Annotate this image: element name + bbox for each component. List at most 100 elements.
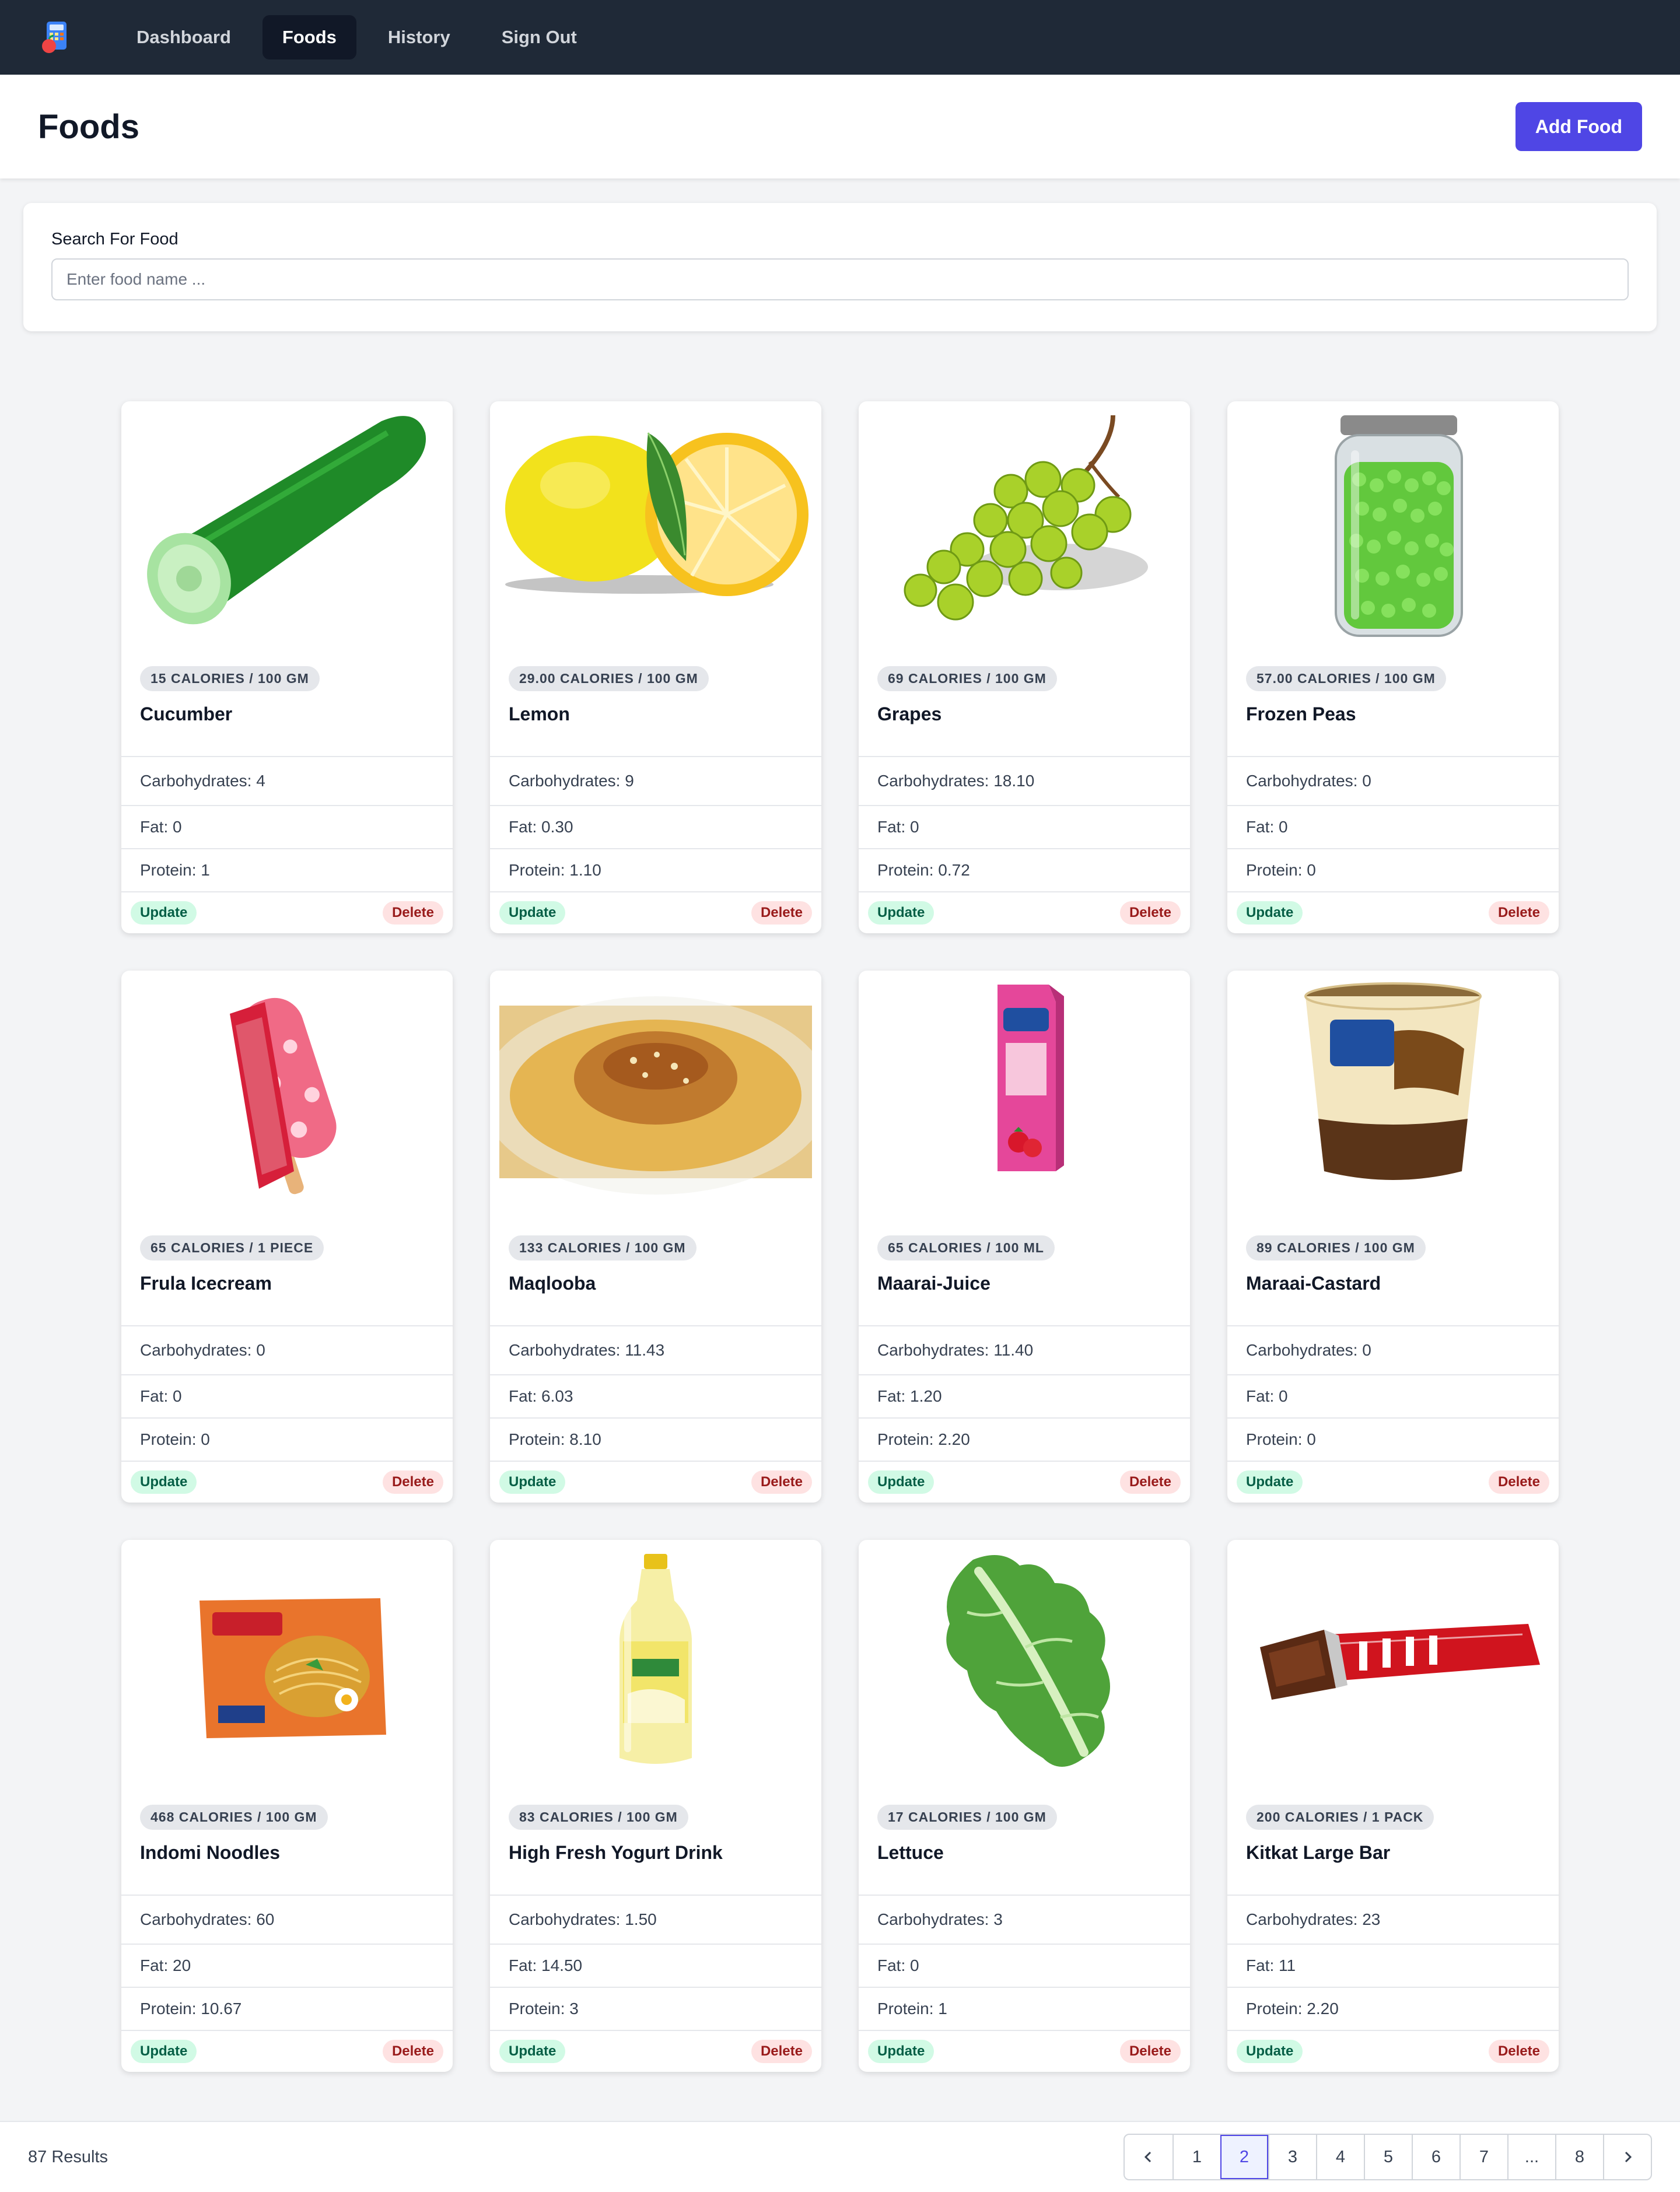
delete-button[interactable]: Delete — [1119, 901, 1181, 925]
delete-button[interactable]: Delete — [1488, 2040, 1549, 2063]
food-name: Lettuce — [877, 1842, 944, 1863]
calories-badge: 200 CALORIES / 1 PACK — [1246, 1805, 1434, 1830]
fat-value: Fat: 0 — [859, 805, 1190, 848]
carbohydrates-value: Carbohydrates: 0 — [1227, 756, 1559, 805]
calories-badge: 468 CALORIES / 100 GM — [140, 1805, 328, 1830]
card-actions: Update Delete — [490, 1461, 821, 1503]
search-panel: Search For Food — [23, 203, 1657, 331]
delete-button[interactable]: Delete — [1488, 901, 1549, 925]
delete-button[interactable]: Delete — [1119, 2040, 1181, 2063]
update-button[interactable]: Update — [868, 1470, 935, 1494]
add-food-button[interactable]: Add Food — [1515, 102, 1642, 151]
food-name: Maarai-Juice — [877, 1273, 991, 1294]
update-button[interactable]: Update — [499, 1470, 566, 1494]
delete-button[interactable]: Delete — [751, 1470, 812, 1494]
page-8-button[interactable]: 8 — [1555, 2135, 1603, 2179]
delete-button[interactable]: Delete — [1488, 1470, 1549, 1494]
carbohydrates-value: Carbohydrates: 18.10 — [859, 756, 1190, 805]
top-navbar: Dashboard Foods History Sign Out — [0, 0, 1680, 75]
page-1-button[interactable]: 1 — [1172, 2135, 1220, 2179]
fat-value: Fat: 0 — [1227, 1374, 1559, 1417]
carbohydrates-value: Carbohydrates: 11.40 — [859, 1325, 1190, 1374]
calories-badge: 69 CALORIES / 100 GM — [877, 666, 1057, 691]
food-image — [868, 409, 1181, 643]
food-name: Frula Icecream — [140, 1273, 272, 1294]
food-card: 83 CALORIES / 100 GM High Fresh Yogurt D… — [490, 1540, 821, 2072]
fat-value: Fat: 0 — [859, 1944, 1190, 1987]
update-button[interactable]: Update — [131, 1470, 197, 1494]
update-button[interactable]: Update — [868, 2040, 935, 2063]
update-button[interactable]: Update — [499, 901, 566, 925]
update-button[interactable]: Update — [499, 2040, 566, 2063]
fat-value: Fat: 6.03 — [490, 1374, 821, 1417]
results-count: 87 Results — [28, 2147, 108, 2166]
update-button[interactable]: Update — [131, 2040, 197, 2063]
food-image — [131, 979, 443, 1212]
delete-button[interactable]: Delete — [1119, 1470, 1181, 1494]
food-image — [1237, 1548, 1549, 1781]
delete-button[interactable]: Delete — [382, 1470, 443, 1494]
food-card: 69 CALORIES / 100 GM Grapes Carbohydrate… — [859, 401, 1190, 933]
protein-value: Protein: 0 — [1227, 848, 1559, 891]
food-image — [868, 1548, 1181, 1781]
update-button[interactable]: Update — [1237, 2040, 1303, 2063]
nav-history[interactable]: History — [368, 15, 470, 59]
search-input[interactable] — [51, 258, 1629, 300]
page-7-button[interactable]: 7 — [1460, 2135, 1507, 2179]
previous-page-button[interactable] — [1125, 2135, 1172, 2179]
page-header: Foods Add Food — [0, 75, 1680, 178]
nav-foods[interactable]: Foods — [262, 15, 356, 59]
protein-value: Protein: 1 — [121, 848, 453, 891]
food-name: Frozen Peas — [1246, 703, 1356, 724]
page-3-button[interactable]: 3 — [1268, 2135, 1316, 2179]
food-image — [499, 409, 812, 643]
food-card: 29.00 CALORIES / 100 GM Lemon Carbohydra… — [490, 401, 821, 933]
grapes-icon — [904, 415, 1148, 621]
page-2-button[interactable]: 2 — [1220, 2135, 1268, 2179]
carbohydrates-value: Carbohydrates: 0 — [1227, 1325, 1559, 1374]
page-ellipsis: ... — [1507, 2135, 1555, 2179]
noodle-pack-icon — [200, 1598, 386, 1738]
protein-value: Protein: 0.72 — [859, 848, 1190, 891]
food-image — [868, 979, 1181, 1212]
update-button[interactable]: Update — [868, 901, 935, 925]
food-card: 133 CALORIES / 100 GM Maqlooba Carbohydr… — [490, 971, 821, 1503]
nav-sign-out[interactable]: Sign Out — [482, 15, 597, 59]
food-image — [1237, 979, 1549, 1212]
next-page-button[interactable] — [1603, 2135, 1651, 2179]
food-image — [499, 979, 812, 1212]
calories-badge: 15 CALORIES / 100 GM — [140, 666, 320, 691]
pagination: 1 2 3 4 5 6 7 ... 8 — [1124, 2134, 1652, 2180]
delete-button[interactable]: Delete — [751, 901, 812, 925]
popsicle-icon — [230, 997, 337, 1195]
protein-value: Protein: 2.20 — [859, 1417, 1190, 1461]
food-name: Kitkat Large Bar — [1246, 1842, 1391, 1863]
delete-button[interactable]: Delete — [382, 901, 443, 925]
card-actions: Update Delete — [859, 2030, 1190, 2072]
update-button[interactable]: Update — [131, 901, 197, 925]
page-6-button[interactable]: 6 — [1412, 2135, 1460, 2179]
protein-value: Protein: 0 — [121, 1417, 453, 1461]
calculator-apple-logo-icon[interactable] — [38, 19, 75, 55]
nav-dashboard[interactable]: Dashboard — [117, 15, 251, 59]
page-5-button[interactable]: 5 — [1364, 2135, 1412, 2179]
food-name: High Fresh Yogurt Drink — [509, 1842, 723, 1863]
protein-value: Protein: 10.67 — [121, 1987, 453, 2030]
food-name: Cucumber — [140, 703, 233, 724]
food-card: 200 CALORIES / 1 PACK Kitkat Large Bar C… — [1227, 1540, 1559, 2072]
update-button[interactable]: Update — [1237, 1470, 1303, 1494]
carbohydrates-value: Carbohydrates: 1.50 — [490, 1895, 821, 1944]
carbohydrates-value: Carbohydrates: 60 — [121, 1895, 453, 1944]
delete-button[interactable]: Delete — [382, 2040, 443, 2063]
carbohydrates-value: Carbohydrates: 4 — [121, 756, 453, 805]
food-image — [499, 1548, 812, 1781]
protein-value: Protein: 3 — [490, 1987, 821, 2030]
update-button[interactable]: Update — [1237, 901, 1303, 925]
search-label: Search For Food — [51, 230, 178, 248]
food-name: Maraai-Castard — [1246, 1273, 1381, 1294]
juice-carton-icon — [998, 985, 1064, 1171]
card-actions: Update Delete — [1227, 2030, 1559, 2072]
delete-button[interactable]: Delete — [751, 2040, 812, 2063]
food-card: 468 CALORIES / 100 GM Indomi Noodles Car… — [121, 1540, 453, 2072]
page-4-button[interactable]: 4 — [1316, 2135, 1364, 2179]
